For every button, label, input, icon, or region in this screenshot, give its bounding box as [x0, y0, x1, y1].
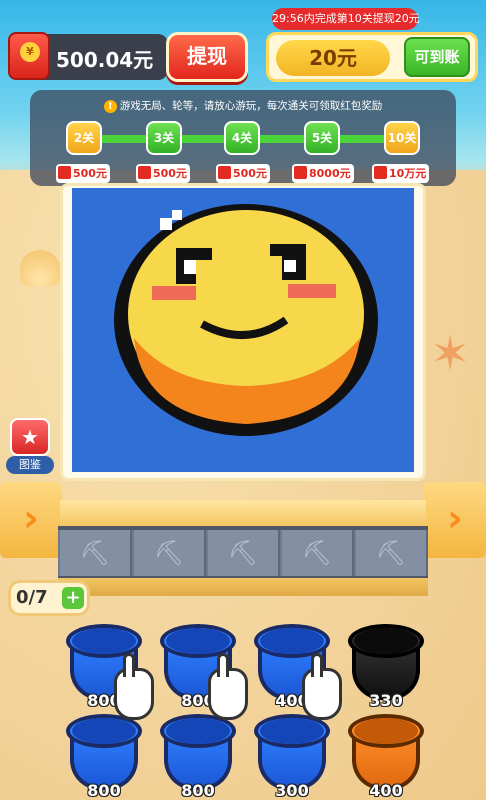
- level-node-3[interactable]: 3关: [146, 121, 182, 155]
- shovel-slot-icon[interactable]: ⛏: [60, 530, 132, 576]
- notice-text: ! 游戏无局、轮等，请放心游玩，每次通关可领取红包奖励: [30, 98, 456, 113]
- red-envelope-icon: [58, 166, 71, 179]
- info-icon: !: [103, 100, 117, 113]
- paint-bucket[interactable]: 330: [348, 624, 424, 710]
- level-prize-3: 500元: [136, 164, 190, 183]
- slot-counter-text: 0/7: [16, 587, 48, 608]
- level-prize-2: 500元: [56, 164, 110, 183]
- paint-bucket[interactable]: 300: [254, 714, 330, 800]
- add-slot-button[interactable]: +: [62, 587, 84, 609]
- conveyor-top: [60, 500, 426, 526]
- paint-bucket[interactable]: 400: [348, 714, 424, 800]
- timer-badge: 29:56内完成第10关提现20元: [272, 8, 420, 30]
- tap-hand-icon: [302, 653, 342, 720]
- conveyor-bottom: [58, 578, 428, 596]
- level-node-10[interactable]: 10关: [384, 121, 420, 155]
- bucket-count: 800: [181, 781, 215, 800]
- level-node-4[interactable]: 4关: [224, 121, 260, 155]
- album-label: 图鉴: [6, 456, 54, 474]
- shovel-slot-icon[interactable]: ⛏: [356, 530, 428, 576]
- paint-bucket[interactable]: 800: [66, 714, 142, 800]
- red-envelope-icon: ¥: [8, 32, 50, 80]
- level-prize-10: 10万元: [372, 164, 430, 183]
- bucket-count: 330: [369, 691, 403, 710]
- level-node-2[interactable]: 2关: [66, 121, 102, 155]
- bucket-count: 400: [369, 781, 403, 800]
- bucket-count: 800: [87, 781, 121, 800]
- level-prize-4: 500元: [216, 164, 270, 183]
- level-prize-5: 8000元: [292, 164, 354, 183]
- arrive-button[interactable]: 可到账: [404, 37, 470, 77]
- smiley-pixel-image: [72, 188, 414, 472]
- scroll-right-button[interactable]: ›: [424, 482, 486, 558]
- seashell-decoration: [20, 250, 60, 286]
- shovel-slot-icon[interactable]: ⛏: [282, 530, 354, 576]
- album-button[interactable]: ★ 图鉴: [4, 418, 56, 478]
- pixel-art-canvas[interactable]: [72, 188, 414, 472]
- starfish-icon: ✶: [430, 326, 471, 382]
- shovel-slot-icon[interactable]: ⛏: [134, 530, 206, 576]
- balance-amount: 500.04元: [56, 48, 154, 72]
- reward-amount: 20元: [276, 40, 390, 76]
- shovel-slot-icon[interactable]: ⛏: [208, 530, 280, 576]
- tap-hand-icon: [114, 653, 154, 720]
- coin-icon: ¥: [20, 42, 40, 62]
- tap-hand-icon: [208, 653, 248, 720]
- scroll-left-button[interactable]: ›: [0, 482, 62, 558]
- level-node-5[interactable]: 5关: [304, 121, 340, 155]
- red-envelope-icon: [374, 166, 387, 179]
- star-icon: ★: [10, 418, 50, 456]
- notice-label: 游戏无局、轮等，请放心游玩，每次通关可领取红包奖励: [119, 100, 383, 112]
- bucket-count: 300: [275, 781, 309, 800]
- withdraw-button[interactable]: 提现: [166, 32, 248, 82]
- red-envelope-icon: [294, 166, 307, 179]
- red-envelope-icon: [138, 166, 151, 179]
- red-envelope-icon: [218, 166, 231, 179]
- paint-bucket[interactable]: 800: [160, 714, 236, 800]
